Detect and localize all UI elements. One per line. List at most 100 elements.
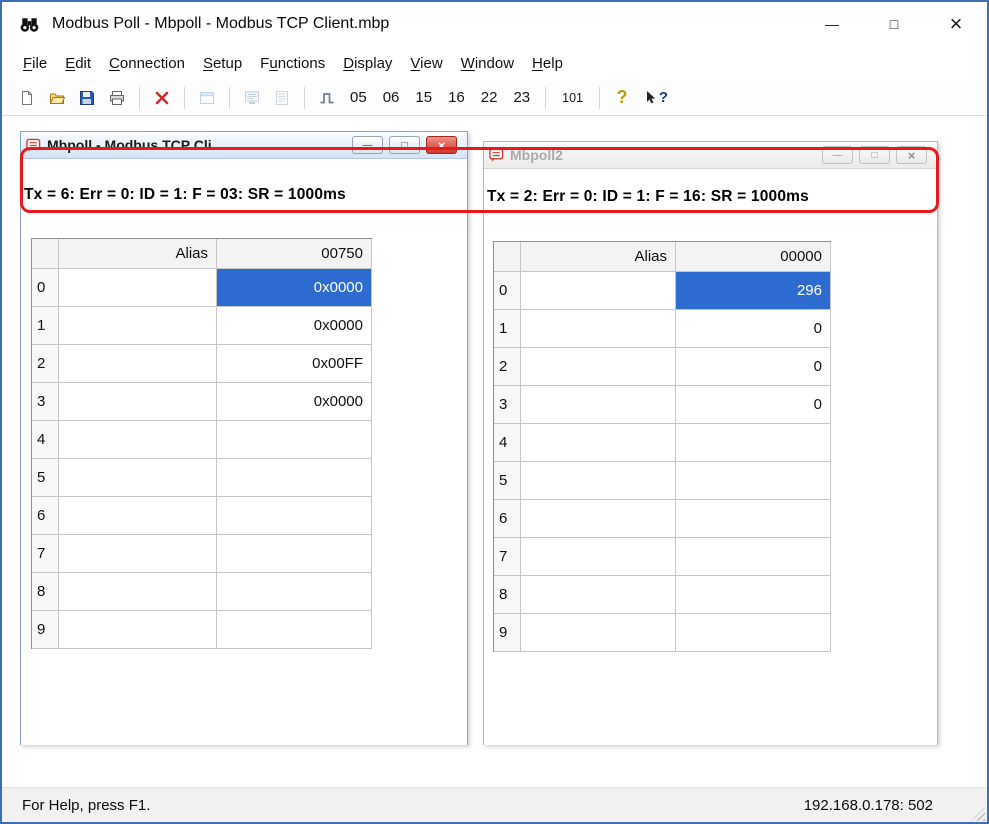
child-title-bar[interactable]: Mbpoll - Modbus TCP Cli... — □ × xyxy=(21,132,467,159)
menu-window[interactable]: Window xyxy=(452,50,523,77)
menu-help[interactable]: Help xyxy=(523,50,572,77)
row-number-cell[interactable]: 3 xyxy=(32,383,59,421)
value-column-header[interactable]: 00000 xyxy=(676,242,831,272)
alias-cell[interactable] xyxy=(521,272,676,310)
menu-view[interactable]: View xyxy=(401,50,451,77)
value-cell[interactable] xyxy=(217,497,372,535)
alias-cell[interactable] xyxy=(521,348,676,386)
row-number-cell[interactable]: 1 xyxy=(494,310,521,348)
menu-setup[interactable]: Setup xyxy=(194,50,251,77)
value-cell[interactable]: 0x0000 xyxy=(217,383,372,421)
row-number-cell[interactable]: 2 xyxy=(32,345,59,383)
alias-cell[interactable] xyxy=(521,386,676,424)
child-maximize-button[interactable]: □ xyxy=(389,136,420,154)
row-number-cell[interactable]: 4 xyxy=(494,424,521,462)
row-number-cell[interactable]: 6 xyxy=(32,497,59,535)
alias-column-header[interactable]: Alias xyxy=(59,239,217,269)
row-number-cell[interactable]: 8 xyxy=(32,573,59,611)
alias-cell[interactable] xyxy=(59,535,217,573)
pulse-button[interactable] xyxy=(312,85,342,110)
menu-functions[interactable]: Functions xyxy=(251,50,334,77)
row-number-cell[interactable]: 5 xyxy=(32,459,59,497)
alias-cell[interactable] xyxy=(59,459,217,497)
value-cell[interactable] xyxy=(217,611,372,649)
function-15-button[interactable]: 15 xyxy=(407,89,440,106)
alias-cell[interactable] xyxy=(59,383,217,421)
function-22-button[interactable]: 22 xyxy=(473,89,506,106)
resize-grip[interactable] xyxy=(971,807,985,821)
maximize-button[interactable]: □ xyxy=(863,2,925,46)
disconnect-button[interactable] xyxy=(147,85,177,110)
alias-cell[interactable] xyxy=(521,500,676,538)
value-cell[interactable] xyxy=(676,614,831,652)
row-number-cell[interactable]: 6 xyxy=(494,500,521,538)
value-cell[interactable] xyxy=(217,421,372,459)
menu-connection[interactable]: Connection xyxy=(100,50,194,77)
child-close-button[interactable]: × xyxy=(426,136,457,154)
child-maximize-button[interactable]: □ xyxy=(859,146,890,164)
row-number-cell[interactable]: 9 xyxy=(494,614,521,652)
function-23-button[interactable]: 23 xyxy=(505,89,538,106)
alias-cell[interactable] xyxy=(59,345,217,383)
child-close-button[interactable]: × xyxy=(896,146,927,164)
communication-log-button[interactable] xyxy=(267,85,297,110)
alias-cell[interactable] xyxy=(521,462,676,500)
menu-display[interactable]: Display xyxy=(334,50,401,77)
read-write-definition-button[interactable] xyxy=(192,85,222,110)
test-center-button[interactable]: 101 xyxy=(553,91,592,105)
child-minimize-button[interactable]: — xyxy=(822,146,853,164)
alias-cell[interactable] xyxy=(521,614,676,652)
row-number-cell[interactable]: 0 xyxy=(32,269,59,307)
row-number-cell[interactable]: 7 xyxy=(494,538,521,576)
row-number-cell[interactable]: 5 xyxy=(494,462,521,500)
value-cell[interactable] xyxy=(676,538,831,576)
value-cell[interactable] xyxy=(676,576,831,614)
alias-cell[interactable] xyxy=(521,424,676,462)
child-minimize-button[interactable]: — xyxy=(352,136,383,154)
about-button[interactable]: ? xyxy=(607,85,637,110)
value-cell[interactable] xyxy=(676,462,831,500)
alias-cell[interactable] xyxy=(59,421,217,459)
menu-file[interactable]: File xyxy=(14,50,56,77)
print-button[interactable] xyxy=(102,85,132,110)
function-05-button[interactable]: 05 xyxy=(342,89,375,106)
alias-cell[interactable] xyxy=(521,576,676,614)
minimize-button[interactable]: — xyxy=(801,2,863,46)
corner-header-cell[interactable] xyxy=(32,239,59,269)
row-number-cell[interactable]: 4 xyxy=(32,421,59,459)
alias-cell[interactable] xyxy=(59,573,217,611)
alias-column-header[interactable]: Alias xyxy=(521,242,676,272)
value-cell[interactable]: 0x0000 xyxy=(217,269,372,307)
value-cell[interactable]: 0 xyxy=(676,348,831,386)
save-button[interactable] xyxy=(72,85,102,110)
row-number-cell[interactable]: 2 xyxy=(494,348,521,386)
value-cell[interactable] xyxy=(217,535,372,573)
alias-cell[interactable] xyxy=(59,307,217,345)
value-cell[interactable]: 0x00FF xyxy=(217,345,372,383)
context-help-button[interactable]: ? xyxy=(637,85,675,110)
row-number-cell[interactable]: 3 xyxy=(494,386,521,424)
row-number-cell[interactable]: 8 xyxy=(494,576,521,614)
row-number-cell[interactable]: 9 xyxy=(32,611,59,649)
value-cell[interactable] xyxy=(676,500,831,538)
close-button[interactable]: × xyxy=(925,2,987,46)
value-column-header[interactable]: 00750 xyxy=(217,239,372,269)
new-file-button[interactable] xyxy=(12,85,42,110)
value-cell[interactable]: 0x0000 xyxy=(217,307,372,345)
row-number-cell[interactable]: 1 xyxy=(32,307,59,345)
value-cell[interactable]: 296 xyxy=(676,272,831,310)
open-file-button[interactable] xyxy=(42,85,72,110)
alias-cell[interactable] xyxy=(59,611,217,649)
value-cell[interactable] xyxy=(676,424,831,462)
function-06-button[interactable]: 06 xyxy=(375,89,408,106)
alias-cell[interactable] xyxy=(59,497,217,535)
menu-edit[interactable]: Edit xyxy=(56,50,100,77)
value-cell[interactable] xyxy=(217,459,372,497)
row-number-cell[interactable]: 7 xyxy=(32,535,59,573)
corner-header-cell[interactable] xyxy=(494,242,521,272)
child-title-bar[interactable]: Mbpoll2 — □ × xyxy=(484,142,937,169)
value-cell[interactable]: 0 xyxy=(676,386,831,424)
function-16-button[interactable]: 16 xyxy=(440,89,473,106)
row-number-cell[interactable]: 0 xyxy=(494,272,521,310)
alias-cell[interactable] xyxy=(521,538,676,576)
